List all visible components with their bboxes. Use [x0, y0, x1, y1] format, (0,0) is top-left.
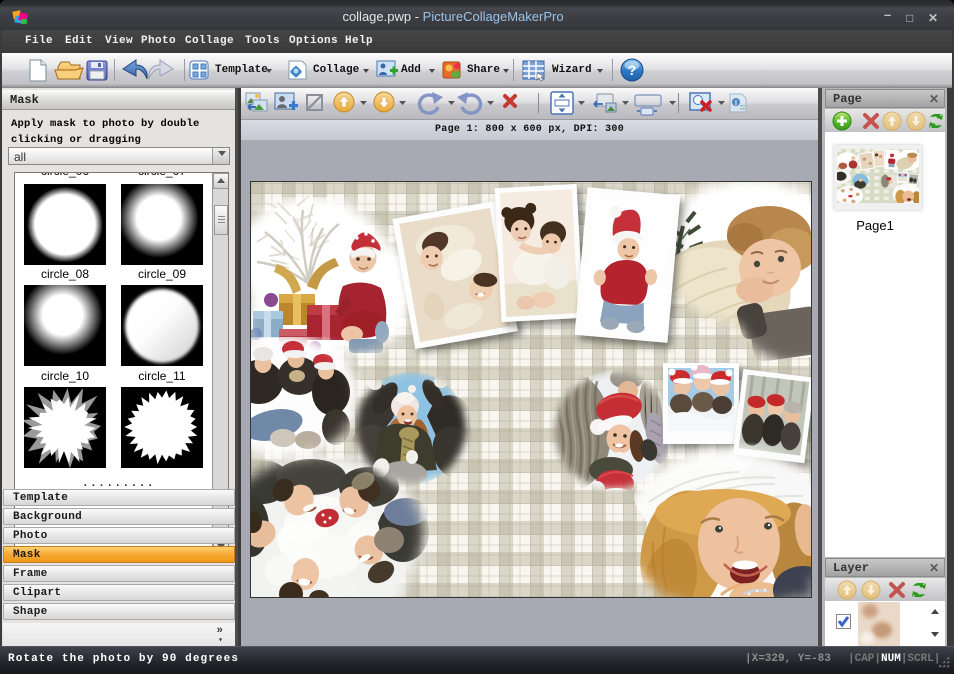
svg-text:i: i: [735, 99, 737, 107]
svg-text:?: ?: [628, 62, 637, 78]
